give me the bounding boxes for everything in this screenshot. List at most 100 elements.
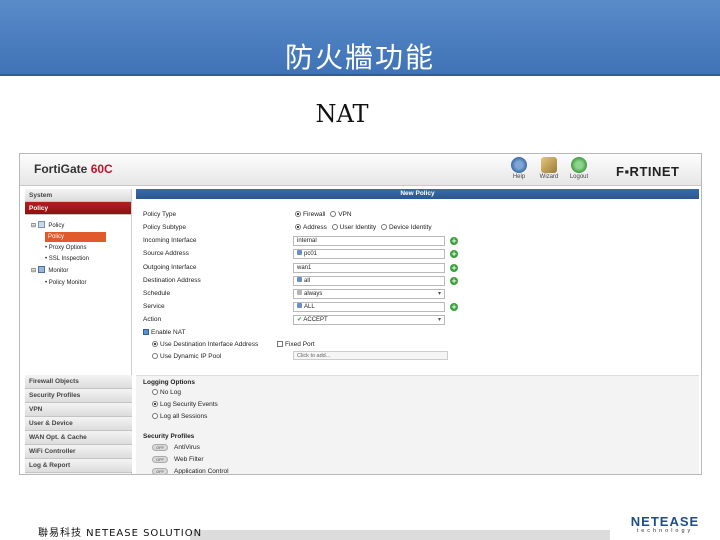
field-value: internal <box>297 238 317 244</box>
chevron-down-icon: ▾ <box>437 317 441 323</box>
radio-log-security-events[interactable]: Log Security Events <box>152 401 218 408</box>
radio-use-destination-interface[interactable]: Use Destination Interface Address <box>152 341 258 348</box>
tree-label: Policy <box>48 223 65 229</box>
radio-label: Use Dynamic IP Pool <box>160 353 222 360</box>
tree-item-policy-group[interactable]: ⊟ Policy <box>31 221 64 231</box>
toggle-switch[interactable]: OFF <box>152 468 168 474</box>
service-field[interactable]: ALL <box>293 302 445 312</box>
nav-system[interactable]: System <box>25 189 131 202</box>
radio-label: Log Security Events <box>160 401 218 408</box>
nav-log-report[interactable]: Log & Report <box>25 459 132 473</box>
web-filter-toggle-row[interactable]: OFF Web Filter <box>152 456 204 463</box>
profile-label: Application Control <box>174 468 229 475</box>
radio-dot <box>380 224 387 230</box>
nav-vpn[interactable]: VPN <box>25 403 132 417</box>
fixed-port-checkbox[interactable]: Fixed Port <box>277 341 315 348</box>
field-value: all <box>304 278 311 284</box>
bottom-nav: Firewall Objects Security Profiles VPN U… <box>25 375 132 473</box>
radio-dot <box>330 211 337 217</box>
expand-icon: ⊟ <box>31 223 37 229</box>
help-button[interactable]: Help <box>502 157 536 183</box>
label-source: Source Address <box>143 250 189 257</box>
netease-logo: NETEASE technology <box>622 514 708 534</box>
radio-label: Device Identity <box>388 224 432 231</box>
field-value: ALL <box>304 304 315 310</box>
tree-item-policy-monitor[interactable]: • Policy Monitor <box>45 278 86 288</box>
app-control-toggle-row[interactable]: OFF Application Control <box>152 468 229 475</box>
app-topbar: FortiGate 60C Help Wizard Logout F▪RTINE… <box>20 154 701 186</box>
expand-icon: ⊟ <box>31 268 37 274</box>
logout-button[interactable]: Logout <box>562 157 596 183</box>
destination-address-field[interactable]: all <box>293 276 445 286</box>
wizard-button[interactable]: Wizard <box>532 157 566 183</box>
slide-title: 防火牆功能 <box>284 41 435 74</box>
source-address-field[interactable]: pc01 <box>293 249 445 259</box>
tree-item-policy[interactable]: Policy <box>45 232 107 242</box>
wizard-icon <box>541 157 557 173</box>
add-destination-icon[interactable]: + <box>450 277 458 285</box>
nav-wifi-controller[interactable]: WiFi Controller <box>25 445 132 459</box>
radio-label: Log all Sessions <box>160 413 208 420</box>
fortinet-logo-text: F▪RTINET <box>616 164 680 179</box>
radio-no-log[interactable]: No Log <box>152 389 181 396</box>
bullet-icon: • <box>45 256 48 262</box>
radio-dot <box>152 341 158 347</box>
label-policy-subtype: Policy Subtype <box>143 224 186 231</box>
tree-item-proxy-options[interactable]: • Proxy Options <box>45 243 86 253</box>
checkbox-label: Fixed Port <box>285 341 315 348</box>
radio-dot <box>295 211 301 217</box>
tree-item-monitor-group[interactable]: ⊟ Monitor <box>31 266 68 276</box>
schedule-icon <box>297 290 302 295</box>
tree-label: Policy <box>48 234 65 240</box>
add-service-icon[interactable]: + <box>450 303 458 311</box>
field-value: wan1 <box>297 265 312 271</box>
radio-label: Use Destination Interface Address <box>160 341 259 348</box>
security-profiles-header: Security Profiles <box>143 433 195 440</box>
radio-label: Address <box>303 224 327 231</box>
checkbox-label: Enable NAT <box>151 329 186 336</box>
action-select[interactable]: ✔ ACCEPT ▾ <box>293 315 445 325</box>
nav-security-profiles[interactable]: Security Profiles <box>25 389 132 403</box>
enable-nat-checkbox[interactable]: Enable NAT <box>143 329 186 336</box>
radio-firewall[interactable]: Firewall VPN <box>295 211 352 218</box>
nav-user-device[interactable]: User & Device <box>25 417 132 431</box>
nav-wan-opt[interactable]: WAN Opt. & Cache <box>25 431 132 445</box>
add-outgoing-icon[interactable]: + <box>450 264 458 272</box>
antivirus-toggle-row[interactable]: OFF AntiVirus <box>152 444 200 451</box>
tree-label: Policy Monitor <box>48 280 87 286</box>
radio-label: No Log <box>160 389 181 396</box>
bullet-icon: • <box>45 245 48 251</box>
radio-subtype-group[interactable]: Address User Identity Device Identity <box>295 224 432 231</box>
address-icon <box>297 250 302 255</box>
add-incoming-icon[interactable]: + <box>450 237 458 245</box>
schedule-select[interactable]: always ▾ <box>293 289 445 299</box>
tree-label: SSL Inspection <box>48 256 89 262</box>
field-value: always <box>304 291 323 297</box>
radio-dynamic-ip-pool[interactable]: Use Dynamic IP Pool <box>152 353 221 360</box>
help-icon <box>511 157 527 173</box>
radio-dot <box>152 389 158 395</box>
label-outgoing: Outgoing Interface <box>143 264 197 271</box>
fortinet-logo: F▪RTINET <box>616 164 680 179</box>
main-panel: New Policy Policy Type Policy Subtype In… <box>136 189 699 475</box>
incoming-interface-field[interactable]: internal <box>293 236 445 246</box>
label-destination: Destination Address <box>143 277 201 284</box>
footer-text: 聯易科技 NETEASE SOLUTION <box>38 528 203 539</box>
ip-pool-input[interactable]: Click to add... <box>293 351 448 360</box>
toggle-switch[interactable]: OFF <box>152 456 168 463</box>
radio-label: User Identity <box>339 224 377 231</box>
service-icon <box>297 303 302 308</box>
outgoing-interface-field[interactable]: wan1 <box>293 263 445 273</box>
tree-item-ssl-inspection[interactable]: • SSL Inspection <box>45 254 89 264</box>
radio-log-all-sessions[interactable]: Log all Sessions <box>152 413 207 420</box>
wizard-label: Wizard <box>539 174 559 180</box>
nav-policy[interactable]: Policy <box>25 202 131 215</box>
fortigate-window: FortiGate 60C Help Wizard Logout F▪RTINE… <box>19 153 702 475</box>
nav-firewall-objects[interactable]: Firewall Objects <box>25 375 132 389</box>
add-source-icon[interactable]: + <box>450 250 458 258</box>
slide-subtitle: NAT <box>315 100 369 128</box>
label-schedule: Schedule <box>143 290 171 297</box>
field-value: ACCEPT <box>303 317 328 323</box>
label-incoming: Incoming Interface <box>143 237 197 244</box>
toggle-switch[interactable]: OFF <box>152 444 168 451</box>
